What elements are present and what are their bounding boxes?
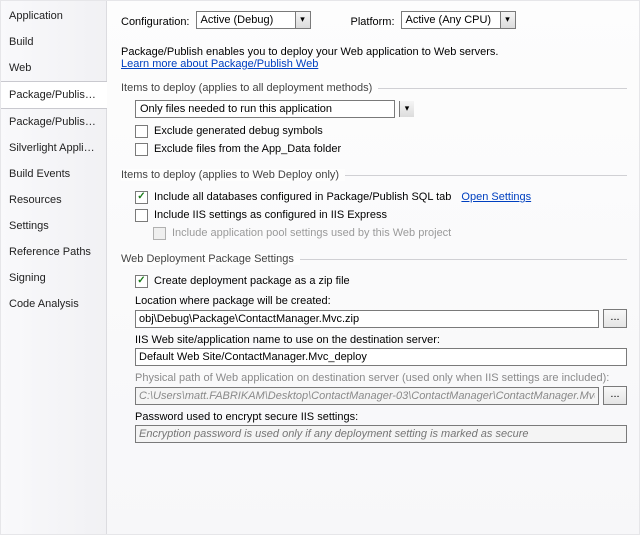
chevron-down-icon: ▾: [399, 101, 414, 117]
iis-name-label: IIS Web site/application name to use on …: [135, 334, 627, 346]
main-panel: Configuration: Active (Debug) ▾ Platform…: [107, 1, 639, 534]
configuration-value: Active (Debug): [196, 11, 311, 29]
sidebar-item-application[interactable]: Application: [1, 3, 106, 29]
group-title: Items to deploy (applies to Web Deploy o…: [121, 169, 627, 181]
sidebar-item-label: Web: [9, 62, 31, 74]
include-apppool-label: Include application pool settings used b…: [172, 226, 451, 241]
configuration-label: Configuration:: [121, 16, 190, 28]
sidebar-item-label: Signing: [9, 272, 46, 284]
exclude-debug-checkbox[interactable]: [135, 125, 148, 138]
password-input[interactable]: [135, 425, 627, 443]
sidebar-item-label: Code Analysis: [9, 298, 79, 310]
location-input[interactable]: [135, 310, 599, 328]
include-databases-label: Include all databases configured in Pack…: [154, 190, 451, 205]
physical-path-label: Physical path of Web application on dest…: [135, 372, 627, 384]
sidebar-item-label: Build Events: [9, 168, 70, 180]
sidebar-item-label: Resources: [9, 194, 62, 206]
platform-value: Active (Any CPU): [401, 11, 516, 29]
sidebar-item-build[interactable]: Build: [1, 29, 106, 55]
platform-label: Platform:: [351, 16, 395, 28]
intro-block: Package/Publish enables you to deploy yo…: [121, 46, 627, 70]
sidebar-item-code-analysis[interactable]: Code Analysis: [1, 291, 106, 317]
learn-more-link[interactable]: Learn more about Package/Publish Web: [121, 58, 318, 70]
group-web-deploy-package: Web Deployment Package Settings Create d…: [121, 253, 627, 443]
project-properties-page: Application Build Web Package/Publish We…: [0, 0, 640, 535]
sidebar-item-reference-paths[interactable]: Reference Paths: [1, 239, 106, 265]
platform-select[interactable]: Active (Any CPU) ▾: [401, 11, 516, 32]
sidebar-item-label: Silverlight Applications: [9, 142, 106, 154]
items-to-deploy-value: Only files needed to run this applicatio…: [135, 100, 395, 118]
open-settings-link[interactable]: Open Settings: [461, 190, 531, 205]
sidebar-item-label: Settings: [9, 220, 49, 232]
sidebar-item-label: Package/Publish Web: [9, 89, 107, 101]
sidebar-item-label: Reference Paths: [9, 246, 91, 258]
sidebar-item-signing[interactable]: Signing: [1, 265, 106, 291]
include-apppool-checkbox: [153, 227, 166, 240]
location-browse-button[interactable]: ...: [603, 309, 627, 328]
sidebar-item-web[interactable]: Web: [1, 55, 106, 81]
group-items-deploy-webdeploy: Items to deploy (applies to Web Deploy o…: [121, 169, 627, 241]
chevron-down-icon: ▾: [500, 12, 515, 28]
exclude-appdata-label: Exclude files from the App_Data folder: [154, 142, 341, 157]
group-title: Items to deploy (applies to all deployme…: [121, 82, 627, 94]
include-iis-label: Include IIS settings as configured in II…: [154, 208, 387, 223]
sidebar-item-silverlight[interactable]: Silverlight Applications: [1, 135, 106, 161]
config-row: Configuration: Active (Debug) ▾ Platform…: [121, 11, 627, 32]
chevron-down-icon: ▾: [295, 12, 310, 28]
exclude-debug-label: Exclude generated debug symbols: [154, 124, 323, 139]
physical-path-input: [135, 387, 599, 405]
create-zip-label: Create deployment package as a zip file: [154, 274, 350, 289]
sidebar-item-package-publish-web[interactable]: Package/Publish Web: [1, 81, 107, 109]
location-label: Location where package will be created:: [135, 295, 627, 307]
configuration-select[interactable]: Active (Debug) ▾: [196, 11, 311, 32]
create-zip-checkbox[interactable]: [135, 275, 148, 288]
include-databases-checkbox[interactable]: [135, 191, 148, 204]
iis-name-input[interactable]: [135, 348, 627, 366]
password-label: Password used to encrypt secure IIS sett…: [135, 411, 627, 423]
sidebar-item-resources[interactable]: Resources: [1, 187, 106, 213]
sidebar-item-label: Package/Publish SQL: [9, 116, 106, 128]
physical-path-browse-button[interactable]: ...: [603, 386, 627, 405]
sidebar-item-label: Application: [9, 10, 63, 22]
sidebar-item-build-events[interactable]: Build Events: [1, 161, 106, 187]
group-title: Web Deployment Package Settings: [121, 253, 627, 265]
sidebar-item-package-publish-sql[interactable]: Package/Publish SQL: [1, 109, 106, 135]
include-iis-checkbox[interactable]: [135, 209, 148, 222]
sidebar-item-settings[interactable]: Settings: [1, 213, 106, 239]
sidebar: Application Build Web Package/Publish We…: [1, 1, 107, 534]
exclude-appdata-checkbox[interactable]: [135, 143, 148, 156]
intro-text: Package/Publish enables you to deploy yo…: [121, 46, 627, 58]
group-items-deploy-all: Items to deploy (applies to all deployme…: [121, 82, 627, 157]
items-to-deploy-select[interactable]: Only files needed to run this applicatio…: [135, 100, 415, 121]
sidebar-item-label: Build: [9, 36, 33, 48]
